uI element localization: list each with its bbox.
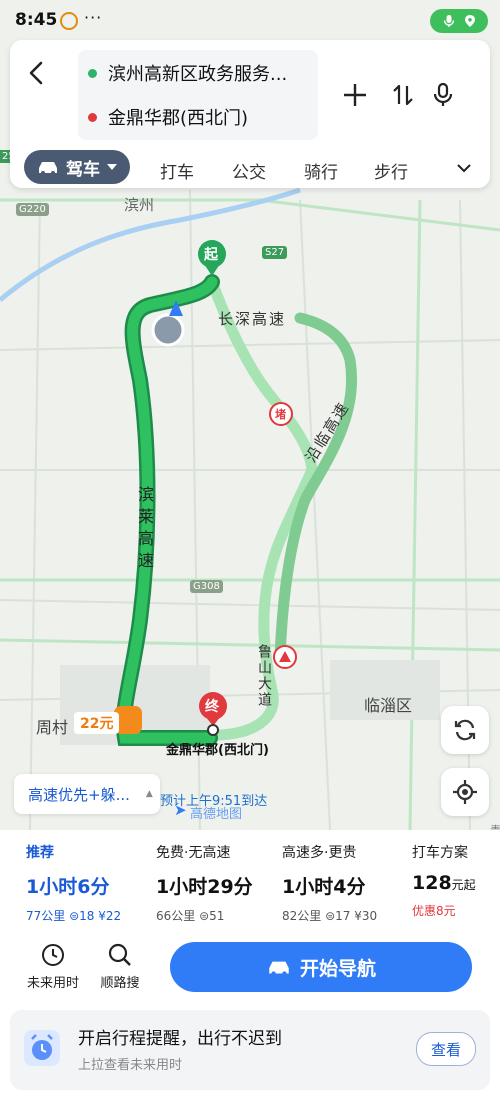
amap-logo-icon: ➤ bbox=[174, 801, 187, 819]
expand-modes-icon[interactable] bbox=[456, 160, 472, 176]
map-label-zhoucun: 周村 bbox=[36, 718, 69, 737]
locate-me-button[interactable] bbox=[441, 768, 489, 816]
plus-icon bbox=[344, 84, 366, 106]
amap-watermark: 高德地图 bbox=[190, 807, 243, 822]
transport-mode-tabs: 驾车 打车 公交 骑行 步行 bbox=[22, 150, 492, 186]
microphone-icon bbox=[442, 13, 456, 27]
route-option-taxi[interactable]: 打车方案 128元起 优惠8元 bbox=[412, 842, 476, 919]
tab-drive[interactable]: 驾车 bbox=[24, 150, 130, 184]
reminder-title: 开启行程提醒，出行不迟到 bbox=[78, 1029, 282, 1049]
route-option-tag: 高速多·更贵 bbox=[282, 845, 357, 861]
route-option-price: 128元起 bbox=[412, 872, 476, 894]
car-icon bbox=[269, 961, 289, 976]
swap-route-button[interactable] bbox=[386, 78, 420, 112]
route-preference-dropdown[interactable]: 高速优先+躲... ▲ bbox=[14, 774, 160, 814]
map-label-g308: G308 bbox=[190, 580, 223, 593]
route-option-tag: 免费·无高速 bbox=[156, 845, 231, 861]
reminder-view-button[interactable]: 查看 bbox=[416, 1032, 476, 1066]
route-preference-label: 高速优先+躲... bbox=[28, 785, 130, 804]
tab-drive-label: 驾车 bbox=[66, 159, 100, 180]
microphone-icon bbox=[433, 82, 453, 106]
caret-down-icon bbox=[107, 164, 117, 170]
taxi-price-suffix: 元起 bbox=[451, 878, 476, 892]
app-notification-icon bbox=[60, 12, 78, 30]
map-label-binzhou: 滨州 bbox=[124, 196, 155, 214]
tab-walk[interactable]: 步行 bbox=[374, 158, 408, 183]
refresh-icon bbox=[454, 719, 476, 741]
route-option-meta: 77公里 ⊜18 ¥22 bbox=[26, 909, 122, 923]
route-option-duration: 1小时29分 bbox=[156, 876, 253, 898]
destination-dot-icon bbox=[88, 112, 97, 122]
route-option-recommended[interactable]: 推荐 1小时6分 77公里 ⊜18 ¥22 bbox=[26, 842, 121, 924]
destination-text: 金鼎华郡(西北门) bbox=[108, 108, 249, 129]
trip-reminder-card: 开启行程提醒，出行不迟到 上拉查看未来用时 查看 bbox=[10, 1010, 490, 1090]
swap-icon bbox=[393, 84, 413, 106]
tab-taxi[interactable]: 打车 bbox=[160, 158, 194, 183]
along-route-search-button[interactable]: 顺路搜 bbox=[85, 942, 155, 991]
origin-dot-icon bbox=[88, 68, 97, 78]
map-label-lushan: 鲁山大道 bbox=[256, 644, 272, 708]
route-option-tag: 打车方案 bbox=[412, 845, 468, 861]
voice-input-button[interactable] bbox=[426, 78, 460, 112]
clock-icon bbox=[42, 944, 64, 966]
privacy-indicator bbox=[430, 9, 488, 33]
map-label-s27: S27 bbox=[262, 246, 288, 259]
destination-map-label: 金鼎华郡(西北门) bbox=[166, 743, 269, 758]
route-option-duration: 1小时6分 bbox=[26, 876, 110, 898]
map-label-binlai: 滨莱高速 bbox=[135, 486, 154, 574]
locate-icon bbox=[453, 780, 477, 804]
route-option-tag: 推荐 bbox=[26, 845, 54, 861]
route-option-free[interactable]: 免费·无高速 1小时29分 66公里 ⊜51 bbox=[156, 842, 253, 924]
destination-field[interactable]: 金鼎华郡(西北门) bbox=[88, 102, 248, 132]
status-bar: 8:45 ··· bbox=[0, 0, 500, 40]
route-option-meta: 66公里 ⊜51 bbox=[156, 909, 225, 923]
route-option-duration: 1小时4分 bbox=[282, 876, 366, 898]
map-label-linzi: 临淄区 bbox=[364, 696, 413, 715]
map-label-g220: G220 bbox=[16, 203, 49, 216]
route-inputs: 滨州高新区政务服务... 金鼎华郡(西北门) bbox=[78, 50, 318, 140]
more-notifications-icon: ··· bbox=[84, 8, 103, 27]
end-marker-label: 终 bbox=[205, 699, 219, 715]
origin-text: 滨州高新区政务服务... bbox=[108, 64, 288, 85]
map-label-right-mark: 青 bbox=[490, 822, 500, 830]
location-icon bbox=[463, 13, 477, 27]
along-route-search-label: 顺路搜 bbox=[100, 976, 140, 991]
tab-transit[interactable]: 公交 bbox=[232, 158, 266, 183]
start-marker-label: 起 bbox=[204, 247, 218, 263]
start-navigation-label: 开始导航 bbox=[299, 957, 376, 980]
map-label-changshen: 长深高速 bbox=[218, 310, 287, 328]
back-button[interactable] bbox=[22, 58, 52, 88]
route-option-meta: 优惠8元 bbox=[412, 904, 456, 918]
future-time-button[interactable]: 未来用时 bbox=[18, 942, 88, 991]
jam-marker-label: 堵 bbox=[275, 408, 286, 421]
back-arrow-icon bbox=[29, 61, 43, 85]
alarm-clock-icon bbox=[24, 1030, 60, 1066]
caret-up-icon: ▲ bbox=[145, 789, 153, 799]
future-time-label: 未来用时 bbox=[26, 976, 79, 991]
car-icon bbox=[39, 162, 57, 175]
toll-label: 22元 bbox=[74, 712, 120, 734]
search-icon bbox=[108, 943, 131, 966]
route-option-highway[interactable]: 高速多·更贵 1小时4分 82公里 ⊜17 ¥30 bbox=[282, 842, 377, 924]
add-waypoint-button[interactable] bbox=[338, 78, 372, 112]
reminder-subtitle: 上拉查看未来用时 bbox=[78, 1058, 183, 1073]
status-time: 8:45 bbox=[15, 10, 58, 30]
route-option-meta: 82公里 ⊜17 ¥30 bbox=[282, 909, 378, 923]
refresh-route-button[interactable] bbox=[441, 706, 489, 754]
start-navigation-button[interactable]: 开始导航 bbox=[170, 942, 472, 992]
taxi-price: 128 bbox=[412, 872, 452, 894]
origin-field[interactable]: 滨州高新区政务服务... bbox=[88, 58, 287, 88]
tab-bike[interactable]: 骑行 bbox=[304, 158, 338, 183]
